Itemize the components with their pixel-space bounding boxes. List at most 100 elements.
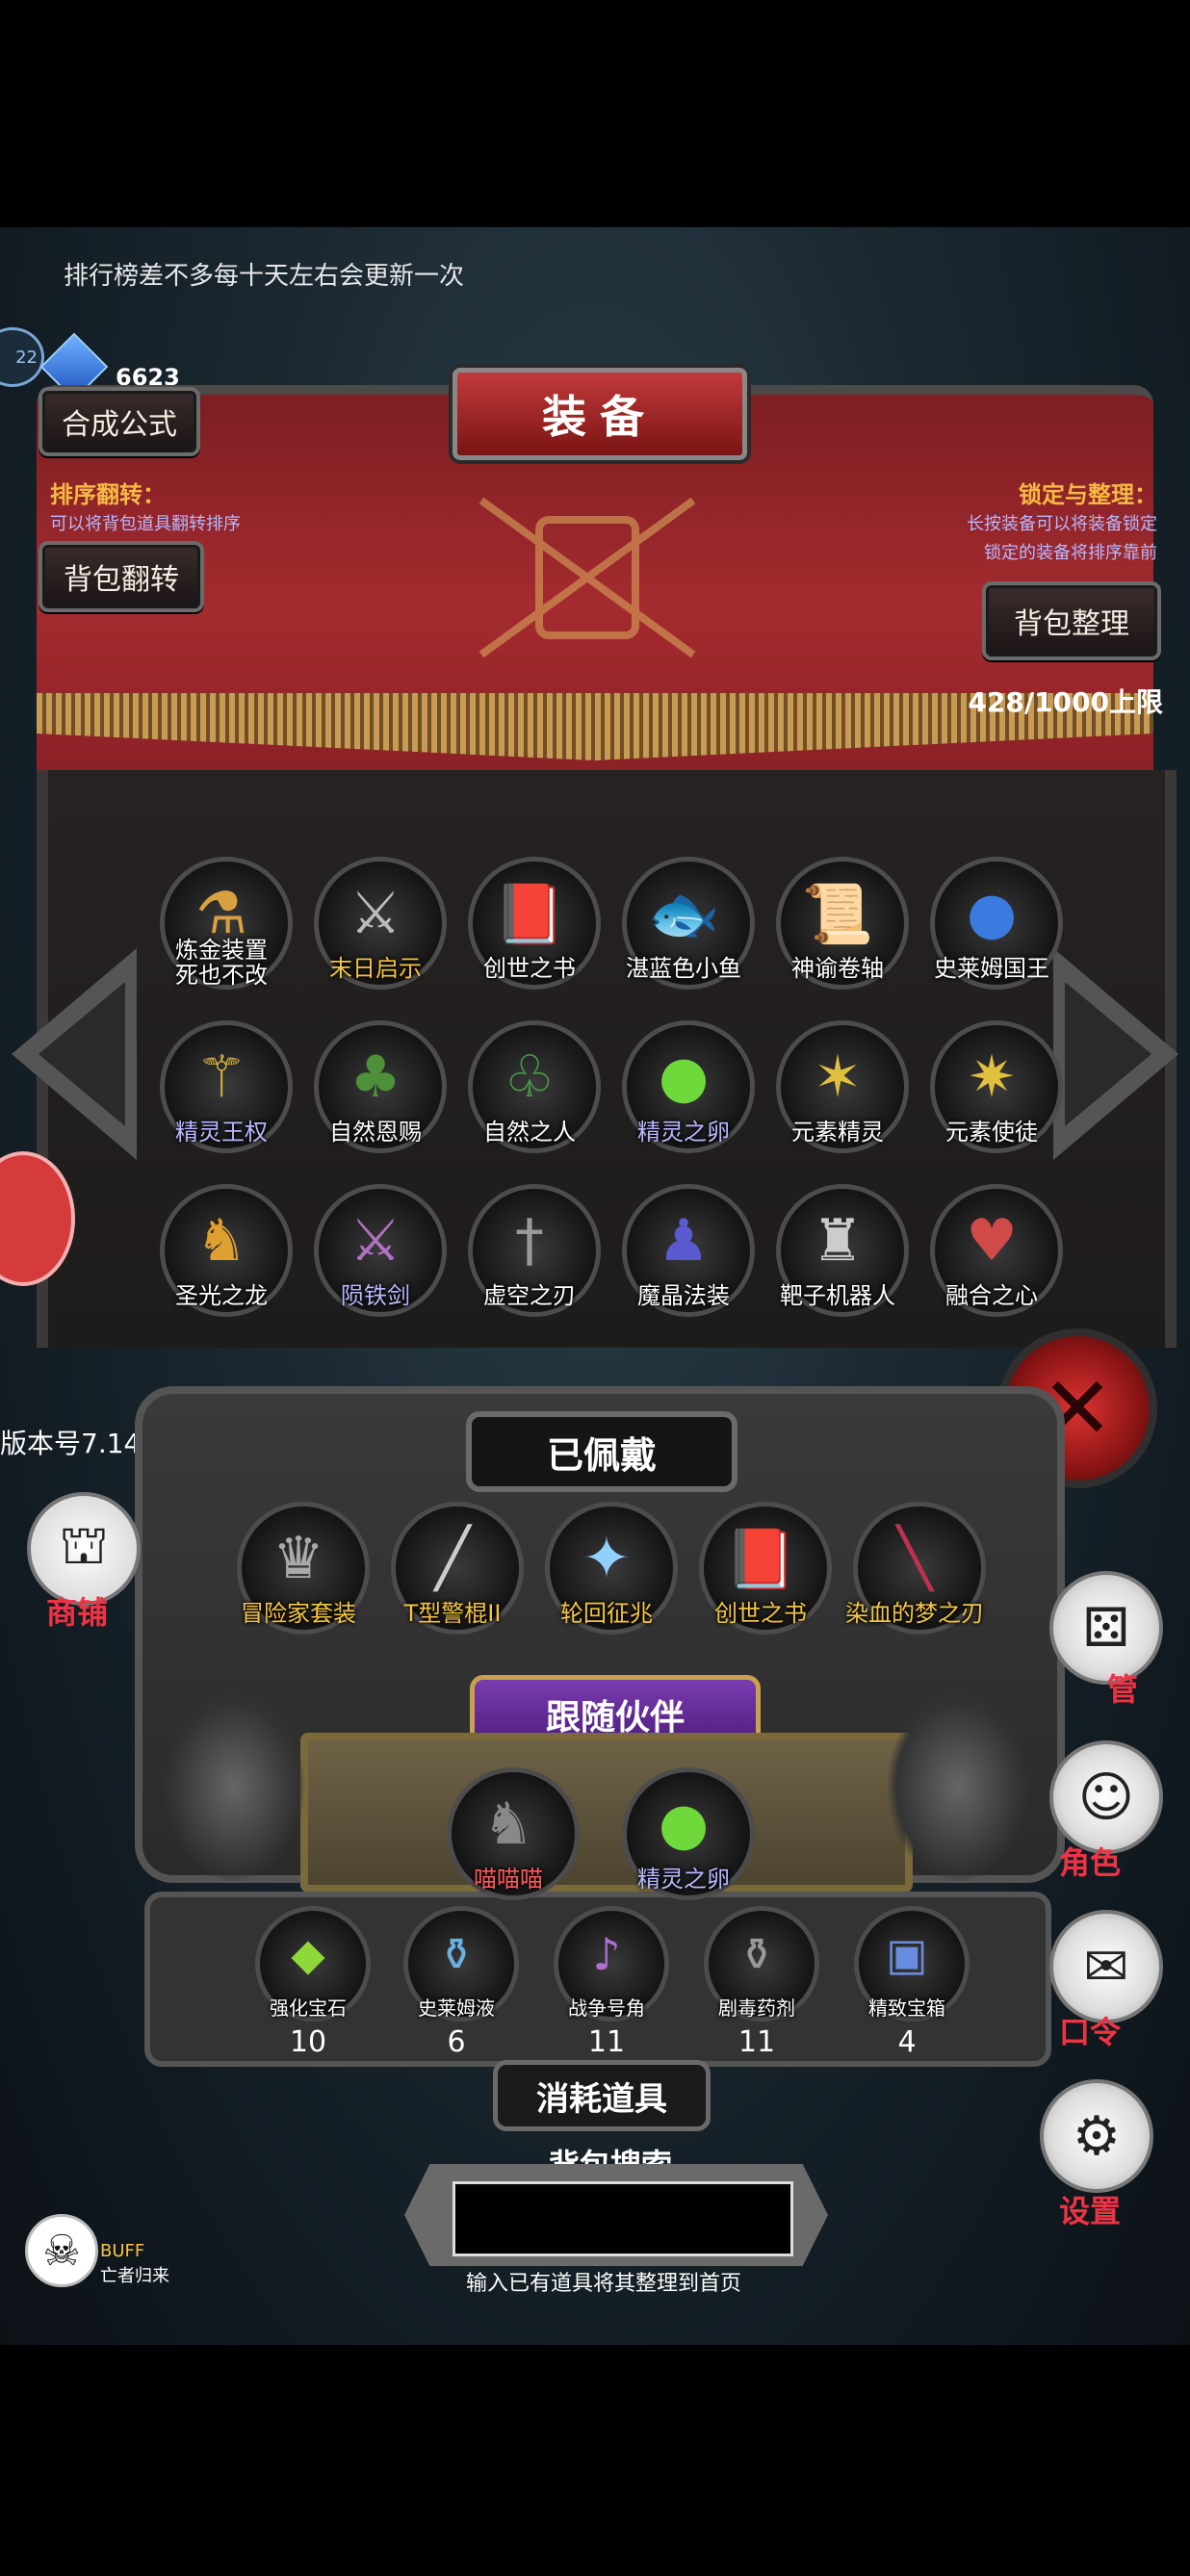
consumables-item-label: 精致宝箱: [868, 1996, 945, 2020]
skull-buff-icon: ☠: [25, 2214, 98, 2287]
inventory-item[interactable]: ♣ 自然恩赐: [308, 1020, 447, 1155]
right-dragon-statue-icon: [886, 1690, 1030, 1883]
bag-capacity: 428/1000上限: [968, 686, 1163, 718]
inventory-item[interactable]: ♟ 魔晶法装: [616, 1184, 755, 1319]
equipped-item[interactable]: ✦ 轮回征兆: [539, 1502, 678, 1636]
treasure-chest-icon: ▣: [886, 1928, 928, 1980]
poison-potion-icon: ⚱: [737, 1928, 776, 1980]
inventory-item-label: 神谕卷轴: [791, 955, 884, 982]
inventory-item-label: 自然之人: [483, 1119, 576, 1146]
search-hint: 输入已有道具将其整理到首页: [466, 2272, 742, 2296]
code-scroll-icon[interactable]: ✉: [1049, 1910, 1163, 2023]
role-label: 角色: [1059, 1844, 1122, 1881]
shop-label: 商铺: [46, 1594, 109, 1631]
equipped-item-label: 轮回征兆: [560, 1600, 653, 1627]
inventory-item[interactable]: ⚔ 陨铁剑: [308, 1184, 447, 1319]
butler-label: 管: [1107, 1671, 1139, 1708]
inventory-item-label: 自然恩赐: [329, 1119, 422, 1146]
inventory-item[interactable]: ⚚ 精灵王权: [154, 1020, 293, 1155]
settings-gear-icon[interactable]: ⚙: [1040, 2079, 1153, 2193]
bag-sort-button[interactable]: 背包整理: [982, 581, 1161, 660]
equipped-item-label: 冒险家套装: [241, 1600, 356, 1627]
buff-name: 亡者归来: [100, 2266, 169, 2286]
inventory-item[interactable]: ● 史莱姆国王: [924, 857, 1063, 992]
inventory-item-label: 元素使徒: [945, 1119, 1038, 1146]
leaderboard-notice: 排行榜差不多每十天左右会更新一次: [64, 262, 465, 291]
inventory-item-label: 融合之心: [945, 1282, 1038, 1309]
equipped-item[interactable]: ╲ 染血的梦之刃: [845, 1502, 986, 1636]
dice-icon[interactable]: ⚄: [1049, 1571, 1163, 1685]
equipped-item-label: 创世之书: [714, 1600, 807, 1627]
inventory-item-label: 创世之书: [483, 955, 576, 982]
inventory-item-label: 精灵王权: [175, 1119, 268, 1146]
inventory-item-label: 靶子机器人: [780, 1282, 895, 1309]
consumables-item[interactable]: ⚱ 史莱姆液: [389, 1906, 524, 2041]
inventory-item-label: 魔晶法装: [637, 1282, 730, 1309]
consumables-item-label: 史莱姆液: [418, 1996, 495, 2020]
inventory-item-label: 末日启示: [329, 955, 422, 982]
role-icon[interactable]: ☺: [1049, 1740, 1163, 1854]
consumable-count: 4: [897, 2025, 917, 2059]
inventory-item-label: 圣光之龙: [175, 1282, 268, 1309]
inventory-item[interactable]: 📜 神谕卷轴: [770, 857, 909, 992]
inventory-item-label: 史莱姆国王: [934, 955, 1049, 982]
equipped-item[interactable]: ♛ 冒险家套装: [231, 1502, 370, 1636]
inventory-item[interactable]: ⚔ 末日启示: [308, 857, 447, 992]
sort-flip-text: 可以将背包道具翻转排序: [50, 514, 241, 534]
inventory-item[interactable]: † 虚空之刃: [462, 1184, 601, 1319]
enhance-gem-icon: ◆: [291, 1928, 325, 1980]
inventory-item-label: 陨铁剑: [341, 1282, 410, 1309]
war-horn-icon: ♪: [592, 1928, 621, 1980]
lock-sort-title: 锁定与整理：: [1019, 481, 1157, 508]
companions-item-label: 精灵之卵: [637, 1866, 730, 1893]
equipped-item-label: 染血的梦之刃: [845, 1600, 984, 1627]
inventory-item[interactable]: ✷ 元素使徒: [924, 1020, 1063, 1155]
buff-label: BUFF: [100, 2241, 145, 2261]
companions-item[interactable]: ● 精灵之卵: [616, 1767, 755, 1902]
equipped-item-label: T型警棍II: [403, 1600, 502, 1627]
code-label: 口令: [1059, 2014, 1122, 2050]
settings-label: 设置: [1059, 2193, 1122, 2229]
equipped-title: 已佩戴: [466, 1411, 737, 1492]
equipped-item[interactable]: ╱ T型警棍II: [385, 1502, 524, 1636]
inventory-item[interactable]: 📕 创世之书: [462, 857, 601, 992]
sort-flip-title: 排序翻转：: [50, 481, 166, 508]
consumables-title: 消耗道具: [493, 2060, 711, 2131]
inventory-item[interactable]: ♞ 圣光之龙: [154, 1184, 293, 1319]
inventory-item[interactable]: ✶ 元素精灵: [770, 1020, 909, 1155]
consumables-item[interactable]: ▣ 精致宝箱: [840, 1906, 974, 2041]
lock-sort-text-2: 锁定的装备将排序靠前: [984, 543, 1157, 563]
consumables-item[interactable]: ◆ 强化宝石: [241, 1906, 375, 2041]
inventory-item-label: 精灵之卵: [637, 1119, 730, 1146]
formula-button[interactable]: 合成公式: [39, 387, 200, 456]
next-page-arrow-inner: [1065, 982, 1151, 1126]
inventory-item[interactable]: ♜ 靶子机器人: [770, 1184, 909, 1319]
inventory-item-label: 虚空之刃: [483, 1282, 576, 1309]
companions-item[interactable]: ♞ 喵喵喵: [441, 1767, 580, 1902]
inventory-item[interactable]: ♥ 融合之心: [924, 1184, 1063, 1319]
consumable-count: 10: [289, 2025, 327, 2059]
consumables-item[interactable]: ♪ 战争号角: [539, 1906, 674, 2041]
inventory-item-label: 元素精灵: [791, 1119, 884, 1146]
consumable-count: 11: [587, 2025, 626, 2059]
inventory-item[interactable]: ♧ 自然之人: [462, 1020, 601, 1155]
slime-potion-icon: ⚱: [437, 1928, 476, 1980]
companions-item-label: 喵喵喵: [474, 1866, 543, 1893]
inventory-item-label: 炼金装置 死也不改: [175, 937, 268, 989]
consumables-item-label: 剧毒药剂: [718, 1996, 795, 2020]
equipped-item[interactable]: 📕 创世之书: [693, 1502, 832, 1636]
consumables-item[interactable]: ⚱ 剧毒药剂: [689, 1906, 824, 2041]
bag-flip-button[interactable]: 背包翻转: [39, 541, 204, 612]
consumable-count: 11: [737, 2025, 776, 2059]
inventory-item[interactable]: ⚗ 炼金装置 死也不改: [154, 857, 293, 992]
crossed-swords-emblem-icon: [479, 497, 696, 658]
version-label: 版本号7.14: [0, 1428, 142, 1459]
consumables-item-label: 战争号角: [568, 1996, 645, 2020]
lock-sort-text-1: 长按装备可以将装备锁定: [967, 514, 1157, 534]
consumable-count: 6: [447, 2025, 466, 2059]
left-dragon-statue-icon: [162, 1690, 306, 1883]
search-input[interactable]: [453, 2181, 793, 2256]
consumables-item-label: 强化宝石: [270, 1996, 347, 2020]
inventory-item[interactable]: ● 精灵之卵: [616, 1020, 755, 1155]
inventory-item[interactable]: 🐟 湛蓝色小鱼: [616, 857, 755, 992]
